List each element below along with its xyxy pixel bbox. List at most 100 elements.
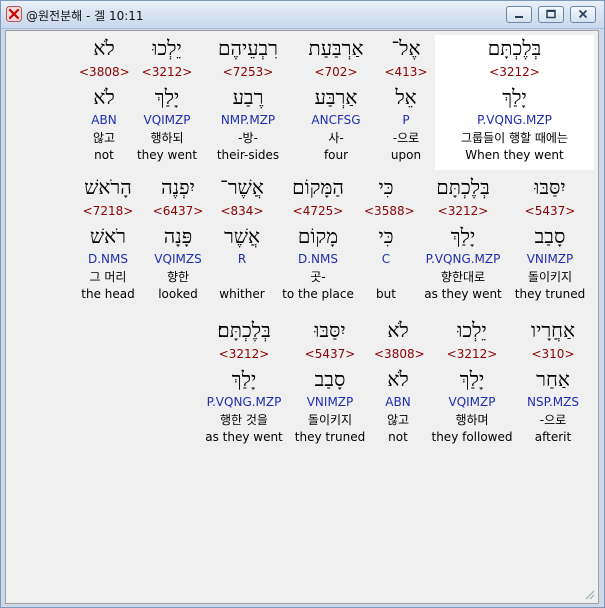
korean-gloss: 그 머리	[89, 270, 127, 284]
english-gloss: as they went	[424, 287, 502, 301]
english-gloss: afterit	[534, 430, 572, 444]
strong-number[interactable]: <834>	[212, 201, 272, 221]
korean-gloss	[364, 268, 408, 286]
parse-code: VNIMZP	[526, 252, 574, 266]
interlinear-panel: לֹא <3808> לֹא ABN 않고 not יֵלְכוּ <3212>…	[5, 30, 599, 604]
strong-number[interactable]: <7253>	[206, 62, 290, 82]
hebrew-word: הַמָּקוֹם	[292, 175, 344, 199]
title-bar[interactable]: @원전분해 - 겔 10:11	[1, 1, 604, 29]
root-word: אֲשֶׁר	[224, 224, 260, 248]
word-column[interactable]: הָרֹאשׁ <7218> רֹאשׁ D.NMS 그 머리 the head	[72, 174, 144, 302]
english-gloss: looked	[158, 287, 198, 301]
strong-number[interactable]: <310>	[518, 344, 588, 364]
hebrew-word: יִפְנֶה	[161, 175, 195, 199]
root-word: סָבַב	[534, 224, 566, 248]
app-window: @원전분해 - 겔 10:11 לֹא <3808> לֹא ABN 않고 no…	[0, 0, 605, 608]
korean-gloss: 않고	[386, 413, 410, 427]
word-column[interactable]: לֹא <3808> לֹא ABN 않고 not	[79, 35, 130, 163]
word-column[interactable]: יֵלְכוּ <3212> יָלַךְ VQIMZP 행하며 they fo…	[430, 317, 514, 445]
strong-number[interactable]: <3588>	[364, 201, 415, 221]
strong-number[interactable]: <413>	[381, 62, 431, 82]
hebrew-word: לֹא	[387, 318, 409, 342]
korean-gloss: 행하며	[455, 413, 489, 427]
english-gloss: but	[376, 287, 396, 301]
english-gloss: the head	[81, 287, 135, 301]
english-gloss: When they went	[465, 148, 564, 162]
resize-grip-icon[interactable]	[583, 588, 595, 600]
parse-code: D.NMS	[87, 252, 128, 266]
strong-number[interactable]: <702>	[298, 62, 374, 82]
korean-gloss: 곳-	[310, 270, 326, 284]
parse-code: P.VQNG.MZP	[477, 113, 552, 127]
english-gloss: they truned	[514, 287, 586, 301]
hebrew-word: בְּלֶכְתָּם	[436, 175, 490, 199]
minimize-button[interactable]	[506, 6, 532, 23]
close-x-app-icon[interactable]	[6, 6, 22, 22]
strong-number[interactable]: <3212>	[136, 62, 198, 82]
hebrew-word: בְּלֶכְתָּם׃	[217, 318, 271, 342]
close-button[interactable]	[570, 6, 596, 23]
root-word: יָלַךְ	[459, 367, 485, 391]
word-column[interactable]: אֲשֶׁר־ <834> אֲשֶׁר R whither	[212, 174, 272, 302]
parse-code: ABN	[385, 395, 411, 409]
parse-code: VQIMZS	[154, 252, 202, 266]
korean-gloss: 행하되	[150, 131, 184, 145]
word-column[interactable]: יִסַּבּוּ <5437> סָבַב VNIMZP 돌이키지 they …	[514, 174, 586, 302]
strong-number[interactable]: <3212>	[435, 62, 594, 82]
word-column[interactable]: הַמָּקוֹם <4725> מָקוֹם D.NMS 곳- to the …	[276, 174, 360, 302]
word-column[interactable]: אַחֲרָיו <310> אַחַר NSP.MZS -으로 afterit	[518, 317, 588, 445]
hebrew-word: רִבְעֵיהֶם	[217, 36, 278, 60]
word-column[interactable]: אַרְבַּעַת <702> אַרְבַּע ANCFSG 사- four	[298, 35, 374, 163]
hebrew-word: יֵלְכוּ	[152, 36, 182, 60]
parse-code: ABN	[91, 113, 117, 127]
parse-code: VNIMZP	[306, 395, 354, 409]
parse-code: NMP.MZP	[220, 113, 276, 127]
strong-number[interactable]: <3212>	[418, 201, 508, 221]
strong-number[interactable]: <6437>	[148, 201, 208, 221]
english-gloss: they truned	[294, 430, 366, 444]
strong-number[interactable]: <3212>	[430, 344, 514, 364]
english-gloss: whither	[219, 287, 265, 301]
maximize-icon	[546, 9, 556, 19]
word-column-selected[interactable]: בְּלֶכְתָּם <3212> יָלַךְ P.VQNG.MZP 그룹들…	[435, 35, 594, 163]
english-gloss: to the place	[282, 287, 354, 301]
strong-number[interactable]: <3808>	[374, 344, 425, 364]
strong-number[interactable]: <7218>	[72, 201, 144, 221]
korean-gloss	[212, 268, 272, 286]
strong-number[interactable]: <5437>	[294, 344, 366, 364]
hebrew-word: אֶל־	[391, 36, 421, 60]
hebrew-word: בְּלֶכְתָּם	[487, 36, 542, 60]
parse-code: VQIMZP	[448, 395, 496, 409]
root-word: כִּי	[378, 224, 394, 248]
word-column[interactable]: רִבְעֵיהֶם <7253> רֶבַע NMP.MZP -방- thei…	[206, 35, 290, 163]
hebrew-word: אַרְבַּעַת	[308, 36, 364, 60]
hebrew-word: יִסַּבּוּ	[534, 175, 566, 199]
root-word: לֹא	[93, 85, 115, 109]
hebrew-word: יֵלְכוּ	[457, 318, 487, 342]
korean-gloss: 행한 것을	[220, 413, 268, 427]
root-word: רֹאשׁ	[90, 224, 126, 248]
window-title: @원전분해 - 겔 10:11	[26, 9, 144, 23]
korean-gloss: 않고	[92, 131, 116, 145]
word-column[interactable]: בְּלֶכְתָּם׃ <3212> יָלַךְ P.VQNG.MZP 행한…	[202, 317, 286, 445]
word-column[interactable]: יִפְנֶה <6437> פָּנָה VQIMZS 향한 looked	[148, 174, 208, 302]
english-gloss: four	[323, 148, 349, 162]
strong-number[interactable]: <5437>	[514, 201, 586, 221]
word-column[interactable]: אֶל־ <413> אֵל P -으로 upon	[381, 35, 431, 163]
close-icon	[578, 9, 588, 19]
root-word: לֹא	[387, 367, 409, 391]
word-column[interactable]: בְּלֶכְתָּם <3212> יָלַךְ P.VQNG.MZP 향한대…	[418, 174, 508, 302]
english-gloss: their-sides	[216, 148, 280, 162]
word-column[interactable]: יֵלְכוּ <3212> יָלַךְ VQIMZP 행하되 they we…	[136, 35, 198, 163]
maximize-button[interactable]	[538, 6, 564, 23]
word-column[interactable]: כִּי <3588> כִּי C but	[364, 174, 415, 302]
root-word: יָלַךְ	[154, 85, 180, 109]
parse-code: VQIMZP	[143, 113, 191, 127]
word-column[interactable]: לֹא <3808> לֹא ABN 않고 not	[374, 317, 425, 445]
strong-number[interactable]: <3808>	[79, 62, 130, 82]
strong-number[interactable]: <3212>	[202, 344, 286, 364]
word-column[interactable]: יִסַּבּוּ <5437> סָבַב VNIMZP 돌이키지 they …	[294, 317, 366, 445]
parse-code: P	[402, 113, 410, 127]
strong-number[interactable]: <4725>	[276, 201, 360, 221]
korean-gloss: 돌이키지	[527, 270, 573, 284]
